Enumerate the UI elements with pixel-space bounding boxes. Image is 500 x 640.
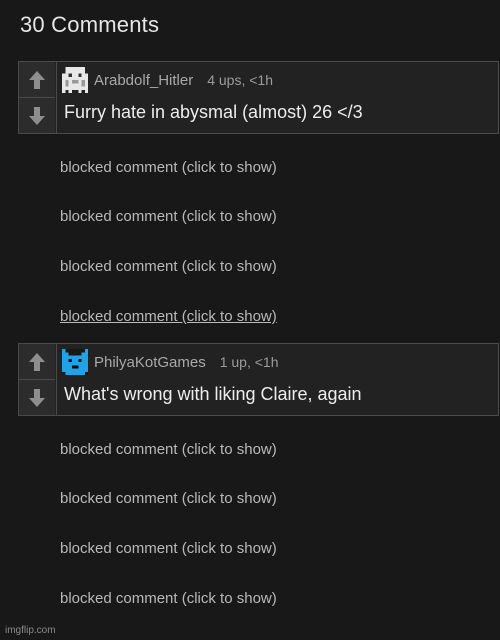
comments-header: 30 Comments xyxy=(20,12,160,37)
blue-pixel-cat-icon[interactable] xyxy=(62,349,88,375)
blocked-comment[interactable]: blocked comment (click to show) xyxy=(60,540,277,557)
downvote-button[interactable] xyxy=(19,380,55,415)
blocked-comment[interactable]: blocked comment (click to show) xyxy=(60,441,277,458)
blocked-comment[interactable]: blocked comment (click to show) xyxy=(60,590,277,607)
blocked-comment[interactable]: blocked comment (click to show) xyxy=(60,258,277,275)
arrow-down-icon xyxy=(29,106,45,125)
arrow-up-icon xyxy=(29,70,45,89)
comment-meta-row: PhilyaKotGames 1 up, <1h xyxy=(62,348,279,376)
vote-column xyxy=(19,62,57,133)
comment-username[interactable]: PhilyaKotGames xyxy=(94,354,206,371)
comment-text: Furry hate in abysmal (almost) 26 </3 xyxy=(64,102,363,122)
comment-card: Arabdolf_Hitler 4 ups, <1h Furry hate in… xyxy=(18,61,499,134)
blocked-comment[interactable]: blocked comment (click to show) xyxy=(60,490,277,507)
arrow-up-icon xyxy=(29,352,45,371)
imgflip-watermark: imgflip.com xyxy=(5,625,56,636)
blocked-comment[interactable]: blocked comment (click to show) xyxy=(60,208,277,225)
vote-column xyxy=(19,344,57,415)
comment-body: PhilyaKotGames 1 up, <1h What's wrong wi… xyxy=(56,344,498,415)
comment-meta-row: Arabdolf_Hitler 4 ups, <1h xyxy=(62,66,273,94)
blocked-comment[interactable]: blocked comment (click to show) xyxy=(60,159,277,176)
upvote-button[interactable] xyxy=(19,344,55,380)
white-pixel-face-icon[interactable] xyxy=(62,67,88,93)
comment-meta: 4 ups, <1h xyxy=(207,72,273,88)
comment-body: Arabdolf_Hitler 4 ups, <1h Furry hate in… xyxy=(56,62,498,133)
comment-text: What's wrong with liking Claire, again xyxy=(64,384,362,404)
comment-username[interactable]: Arabdolf_Hitler xyxy=(94,72,193,89)
upvote-button[interactable] xyxy=(19,62,55,98)
downvote-button[interactable] xyxy=(19,98,55,133)
arrow-down-icon xyxy=(29,388,45,407)
blocked-comment[interactable]: blocked comment (click to show) xyxy=(60,308,277,325)
comment-card: PhilyaKotGames 1 up, <1h What's wrong wi… xyxy=(18,343,499,416)
comment-meta: 1 up, <1h xyxy=(219,354,279,370)
